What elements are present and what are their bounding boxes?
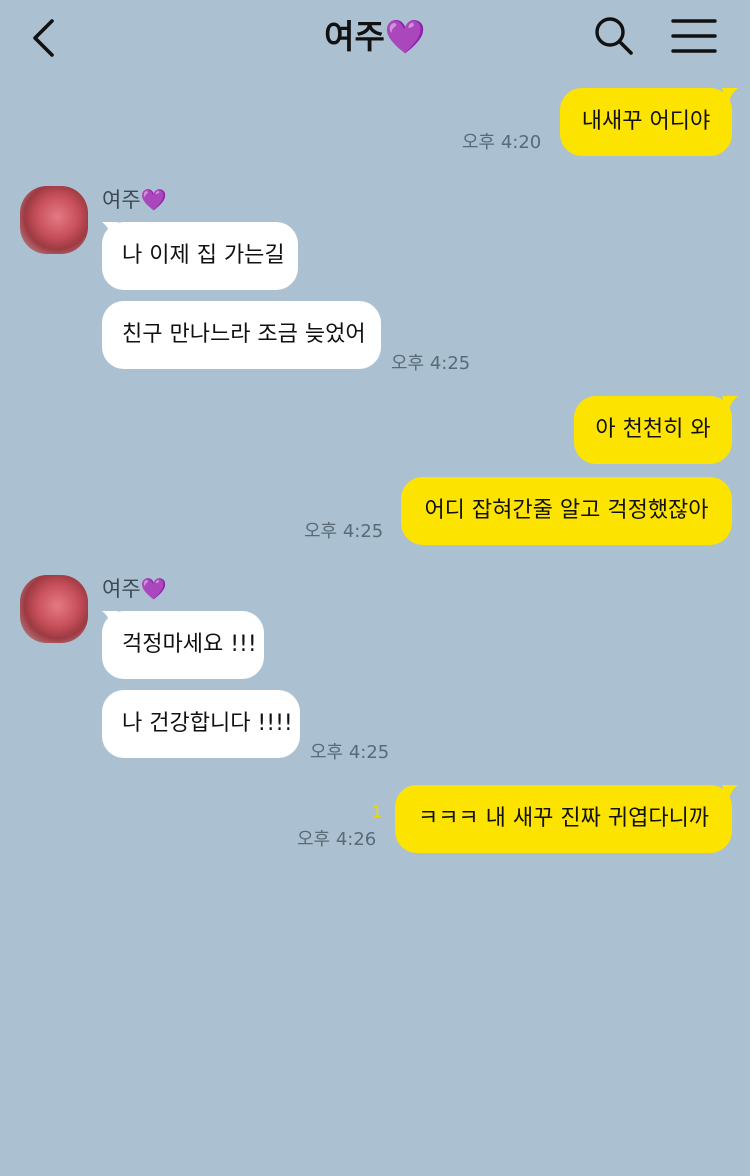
message-time: 오후 4:25 <box>391 353 471 374</box>
menu-icon <box>671 19 717 53</box>
incoming-message-bubble[interactable]: 걱정마세요 !!! <box>102 611 264 679</box>
outgoing-message-bubble[interactable]: 아 천천히 와 <box>574 396 732 464</box>
bubble-tail <box>722 396 738 414</box>
bubble-tail <box>722 785 738 803</box>
menu-button[interactable] <box>670 16 718 56</box>
message-time: 오후 4:20 <box>462 132 542 153</box>
bubble-tail <box>722 88 738 106</box>
sender-name: 여주💜 <box>102 188 167 212</box>
chat-header: 여주💜 <box>0 0 750 80</box>
avatar[interactable] <box>20 186 88 254</box>
search-button[interactable] <box>592 14 636 58</box>
outgoing-message-bubble[interactable]: ㅋㅋㅋ 내 새꾸 진짜 귀엽다니까 <box>395 785 732 853</box>
avatar[interactable] <box>20 575 88 643</box>
incoming-message-bubble[interactable]: 나 이제 집 가는길 <box>102 222 298 290</box>
chat-title: 여주💜 <box>324 17 426 56</box>
outgoing-message-bubble[interactable]: 어디 잡혀간줄 알고 걱정했잖아 <box>401 477 732 545</box>
message-time: 오후 4:25 <box>304 521 384 542</box>
message-time: 오후 4:25 <box>310 742 390 763</box>
search-icon <box>595 17 633 55</box>
incoming-message-bubble[interactable]: 친구 만나느라 조금 늦었어 <box>102 301 381 369</box>
sender-name: 여주💜 <box>102 577 167 601</box>
message-time: 오후 4:26 <box>297 829 377 850</box>
incoming-message-bubble[interactable]: 나 건강합니다 !!!! <box>102 690 300 758</box>
outgoing-message-bubble[interactable]: 내새꾸 어디야 <box>560 88 732 156</box>
unread-count: 1 <box>372 802 383 821</box>
